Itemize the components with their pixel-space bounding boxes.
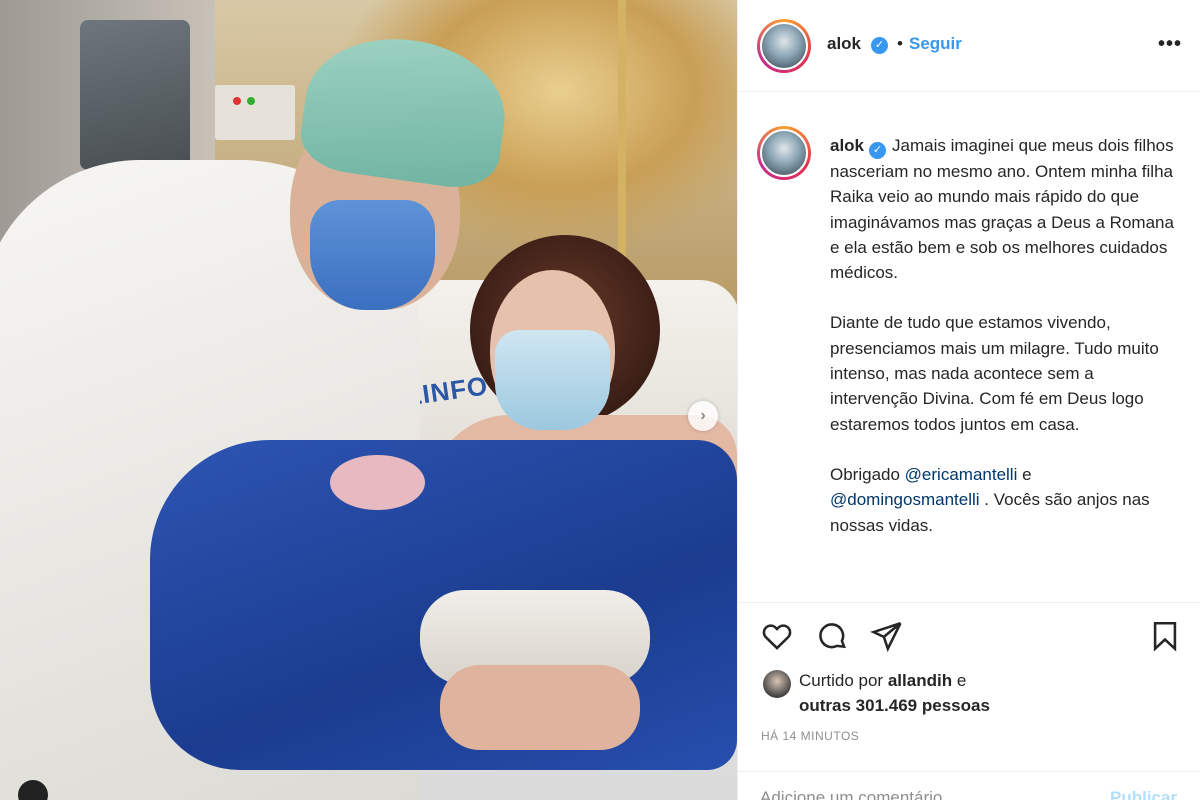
profile-username-link[interactable]: alok	[827, 34, 861, 54]
comment-input[interactable]	[760, 788, 1060, 800]
caption-paragraph-1: alok ✓ Jamais imaginei que meus dois filho…	[830, 133, 1180, 285]
post-timestamp[interactable]: HÁ 14 MINUTOS	[761, 729, 859, 743]
woman-hand	[440, 665, 640, 750]
medical-monitor	[80, 20, 190, 170]
carousel-next-button[interactable]: ›	[688, 401, 718, 431]
profile-avatar[interactable]	[757, 19, 811, 73]
post-sidebar: alok ✓ • Seguir ••• alok ✓ Jamais imaginei…	[737, 0, 1200, 800]
post-header: alok ✓ • Seguir •••	[738, 0, 1200, 92]
post-photo[interactable]: ZINFOVS DR ›	[0, 0, 737, 800]
verified-badge-icon: ✓	[869, 142, 887, 159]
liker-avatar[interactable]	[763, 670, 791, 698]
comment-bar: Publicar	[738, 771, 1200, 800]
caption-section: alok ✓ Jamais imaginei que meus dois filho…	[738, 92, 1200, 602]
separator-dot: •	[897, 34, 903, 53]
thanks-prefix: Obrigado	[830, 464, 900, 484]
share-icon[interactable]	[870, 619, 908, 657]
man-face-mask	[310, 200, 435, 310]
likes-prefix: Curtido por	[799, 671, 884, 690]
caption-paragraph-2: Diante de tudo que estamos vivendo, pres…	[830, 313, 1159, 434]
verified-badge-icon: ✓	[871, 37, 888, 54]
post-actions: Curtido por allandih e outras 301.469 pe…	[738, 602, 1200, 800]
wall-panel	[215, 85, 295, 140]
publish-button[interactable]: Publicar	[1110, 788, 1177, 800]
mention-link-domingosmantelli[interactable]: @domingosmantelli	[830, 490, 980, 509]
likes-connector: e	[956, 671, 967, 690]
caption-avatar[interactable]	[757, 126, 811, 180]
bookmark-icon[interactable]	[1148, 619, 1186, 657]
more-options-icon[interactable]: •••	[1158, 33, 1182, 56]
liker-username-link[interactable]: allandih	[888, 671, 952, 690]
caption-paragraph-3: Obrigado @ericamantelli e @domingosmante…	[830, 462, 1180, 538]
heart-icon[interactable]	[760, 619, 798, 657]
caption-username-link[interactable]: alok	[830, 136, 864, 155]
woman-face-mask	[495, 330, 610, 430]
baby-hat	[330, 455, 425, 510]
likes-count-link[interactable]: outras 301.469 pessoas	[799, 696, 990, 715]
follow-button[interactable]: Seguir	[909, 34, 962, 54]
likes-text: Curtido por allandih e outras 301.469 pe…	[799, 668, 1039, 718]
mention-link-ericamantelli[interactable]: @ericamantelli	[905, 465, 1018, 484]
comment-icon[interactable]	[815, 619, 853, 657]
conjunction: e	[1022, 464, 1032, 484]
post-caption: alok ✓ Jamais imaginei que meus dois filho…	[830, 133, 1180, 563]
